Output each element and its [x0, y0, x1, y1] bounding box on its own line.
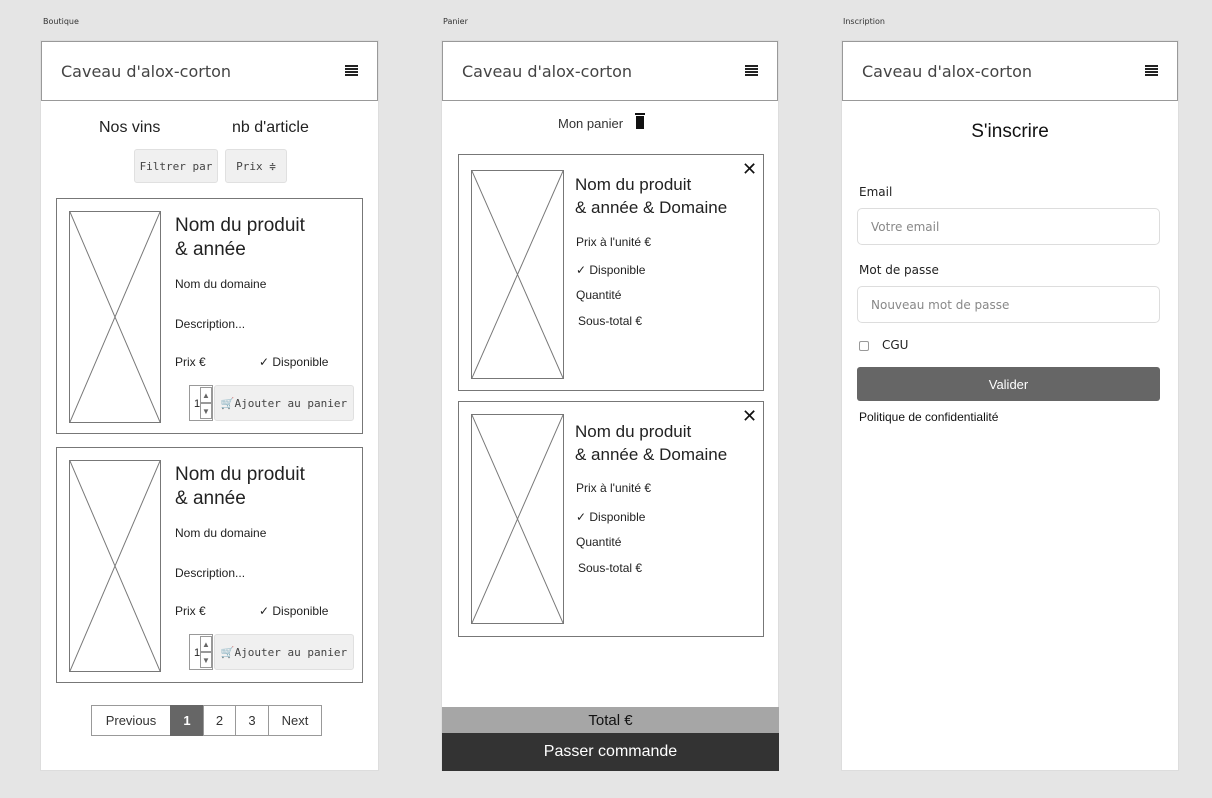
- decrement-icon[interactable]: ▼: [200, 652, 212, 668]
- cart-quantity: Quantité: [576, 535, 622, 549]
- privacy-policy-link[interactable]: Politique de confidentialité: [859, 410, 998, 424]
- cart-item: ✕ Nom du produit & année & Domaine Prix …: [458, 154, 764, 391]
- cart-subtotal: Sous-total €: [578, 561, 643, 575]
- app-bar: Caveau d'alox-corton: [442, 41, 778, 101]
- cart-quantity: Quantité: [576, 288, 622, 302]
- increment-icon[interactable]: ▲: [200, 387, 212, 403]
- cart-title: Mon panier: [558, 116, 624, 131]
- menu-icon[interactable]: [1145, 65, 1158, 76]
- add-to-cart-label: Ajouter au panier: [234, 396, 348, 410]
- product-price: Prix €: [175, 604, 206, 618]
- remove-item-icon[interactable]: ✕: [742, 159, 757, 180]
- filter-button[interactable]: Filtrer par: [134, 149, 218, 183]
- checkout-button[interactable]: Passer commande: [442, 733, 779, 771]
- decrement-icon[interactable]: ▼: [200, 403, 212, 419]
- sort-price-button[interactable]: Prix ≑: [225, 149, 287, 183]
- cart-icon: 🛒: [220, 645, 235, 659]
- cart-subtotal: Sous-total €: [578, 314, 643, 328]
- app-title: Caveau d'alox-corton: [462, 62, 633, 81]
- article-count: nb d'article: [232, 119, 309, 136]
- cart-unit-price: Prix à l'unité €: [576, 481, 651, 495]
- screen-inscription: Caveau d'alox-corton S'inscrire Email Vo…: [841, 40, 1179, 771]
- menu-icon[interactable]: [345, 65, 358, 76]
- cart-availability: ✓ Disponible: [576, 263, 646, 277]
- app-bar: Caveau d'alox-corton: [41, 41, 378, 101]
- cart-product-name: Nom du produit: [575, 422, 692, 441]
- app-title: Caveau d'alox-corton: [862, 62, 1033, 81]
- add-to-cart-button[interactable]: 🛒 Ajouter au panier: [214, 385, 354, 421]
- cart-total: Total €: [442, 707, 779, 733]
- heading-nos-vins: Nos vins: [99, 119, 161, 136]
- next-page-button[interactable]: Next: [268, 705, 322, 736]
- product-year: & année: [175, 488, 246, 509]
- screen-boutique: Caveau d'alox-corton Nos vins nb d'artic…: [40, 40, 379, 771]
- pagination: Previous 1 2 3 Next: [91, 705, 322, 736]
- cgu-checkbox[interactable]: [859, 341, 869, 351]
- cart-unit-price: Prix à l'unité €: [576, 235, 651, 249]
- cgu-label: CGU: [882, 338, 909, 352]
- page-button-3[interactable]: 3: [235, 705, 269, 736]
- add-to-cart-button[interactable]: 🛒 Ajouter au panier: [214, 634, 354, 670]
- cart-product-year-domain: & année & Domaine: [575, 445, 728, 464]
- screen-label-inscription: Inscription: [843, 17, 885, 26]
- product-description: Description...: [175, 317, 246, 331]
- screen-panier: Caveau d'alox-corton Mon panier ✕ Nom du…: [441, 40, 779, 771]
- password-field[interactable]: Nouveau mot de passe: [857, 286, 1160, 323]
- product-image-placeholder: [69, 211, 161, 423]
- trash-icon[interactable]: [635, 113, 645, 129]
- email-label: Email: [859, 185, 893, 199]
- quantity-stepper[interactable]: 1 ▲ ▼: [189, 634, 213, 670]
- cart-icon: 🛒: [220, 396, 235, 410]
- cart-product-year-domain: & année & Domaine: [575, 198, 728, 217]
- app-bar: Caveau d'alox-corton: [842, 41, 1178, 101]
- add-to-cart-label: Ajouter au panier: [234, 645, 348, 659]
- product-image-placeholder: [471, 170, 564, 379]
- product-image-placeholder: [471, 414, 564, 624]
- page-button-2[interactable]: 2: [203, 705, 236, 736]
- product-availability: ✓ Disponible: [259, 355, 329, 369]
- screen-label-boutique: Boutique: [43, 17, 79, 26]
- submit-button[interactable]: Valider: [857, 367, 1160, 401]
- product-year: & année: [175, 239, 246, 260]
- cart-product-name: Nom du produit: [575, 175, 692, 194]
- screen-label-panier: Panier: [443, 17, 468, 26]
- product-name: Nom du produit: [175, 215, 305, 236]
- cart-item: ✕ Nom du produit & année & Domaine Prix …: [458, 401, 764, 637]
- password-label: Mot de passe: [859, 263, 939, 277]
- app-title: Caveau d'alox-corton: [61, 62, 232, 81]
- page-button-1[interactable]: 1: [170, 705, 204, 736]
- product-description: Description...: [175, 566, 246, 580]
- increment-icon[interactable]: ▲: [200, 636, 212, 652]
- remove-item-icon[interactable]: ✕: [742, 406, 757, 427]
- email-field[interactable]: Votre email: [857, 208, 1160, 245]
- product-availability: ✓ Disponible: [259, 604, 329, 618]
- quantity-stepper[interactable]: 1 ▲ ▼: [189, 385, 213, 421]
- cart-availability: ✓ Disponible: [576, 510, 646, 524]
- signup-title: S'inscrire: [971, 121, 1049, 142]
- product-domain: Nom du domaine: [175, 277, 267, 291]
- product-domain: Nom du domaine: [175, 526, 267, 540]
- menu-icon[interactable]: [745, 65, 758, 76]
- product-name: Nom du produit: [175, 464, 305, 485]
- product-card: Nom du produit & année Nom du domaine De…: [56, 447, 363, 683]
- product-image-placeholder: [69, 460, 161, 672]
- product-card: Nom du produit & année Nom du domaine De…: [56, 198, 363, 434]
- product-price: Prix €: [175, 355, 206, 369]
- previous-page-button[interactable]: Previous: [91, 705, 171, 736]
